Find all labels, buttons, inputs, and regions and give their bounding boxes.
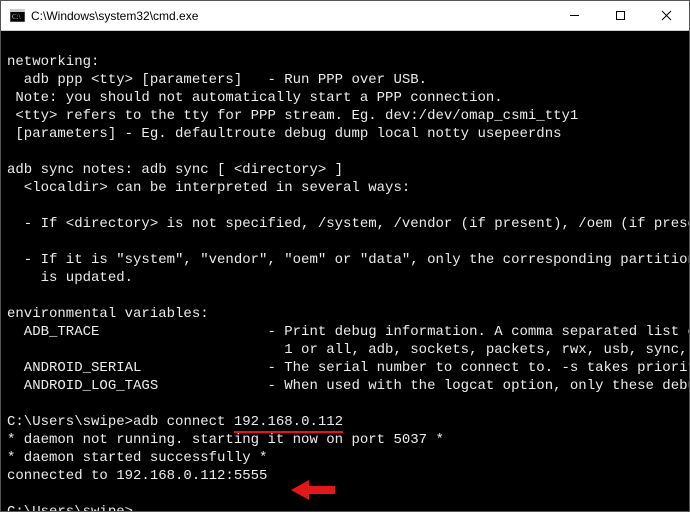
output-line: adb sync notes: adb sync [ <directory> ] bbox=[7, 162, 343, 178]
output-line: Note: you should not automatically start… bbox=[7, 90, 503, 106]
output-line: adb ppp <tty> [parameters] - Run PPP ove… bbox=[7, 72, 427, 88]
close-button[interactable] bbox=[643, 1, 689, 31]
ip-address-highlight: 192.168.0.112 bbox=[234, 414, 343, 433]
output-line: * daemon not running. starting it now on… bbox=[7, 432, 444, 448]
window-title: C:\Windows\system32\cmd.exe bbox=[31, 9, 198, 23]
prompt: C:\Users\swipe> bbox=[7, 414, 133, 430]
cmd-icon: C:\ bbox=[9, 8, 25, 24]
output-line: connected to 192.168.0.112:5555 bbox=[7, 468, 267, 484]
output-line: environmental variables: bbox=[7, 306, 209, 322]
output-line: <localdir> can be interpreted in several… bbox=[7, 180, 410, 196]
output-line: networking: bbox=[7, 54, 99, 70]
output-line: is updated. bbox=[7, 270, 133, 286]
minimize-button[interactable] bbox=[551, 1, 597, 31]
output-line: ADB_TRACE - Print debug information. A c… bbox=[7, 324, 689, 340]
command-text: adb connect bbox=[133, 414, 234, 430]
output-line: ANDROID_SERIAL - The serial number to co… bbox=[7, 360, 689, 376]
maximize-button[interactable] bbox=[597, 1, 643, 31]
output-line: - If <directory> is not specified, /syst… bbox=[7, 216, 689, 232]
output-line: <tty> refers to the tty for PPP stream. … bbox=[7, 108, 578, 124]
annotation-arrow-icon bbox=[291, 478, 335, 502]
svg-text:C:\: C:\ bbox=[12, 13, 21, 21]
prompt: C:\Users\swipe> bbox=[7, 504, 133, 511]
titlebar[interactable]: C:\ C:\Windows\system32\cmd.exe bbox=[1, 1, 689, 31]
output-line: - If it is "system", "vendor", "oem" or … bbox=[7, 252, 689, 268]
output-line: [parameters] - Eg. defaultroute debug du… bbox=[7, 126, 562, 142]
output-line: 1 or all, adb, sockets, packets, rwx, us… bbox=[7, 342, 689, 358]
output-line: ANDROID_LOG_TAGS - When used with the lo… bbox=[7, 378, 689, 394]
cmd-window: C:\ C:\Windows\system32\cmd.exe networki… bbox=[0, 0, 690, 512]
terminal-output[interactable]: networking: adb ppp <tty> [parameters] -… bbox=[1, 31, 689, 511]
output-line: * daemon started successfully * bbox=[7, 450, 267, 466]
